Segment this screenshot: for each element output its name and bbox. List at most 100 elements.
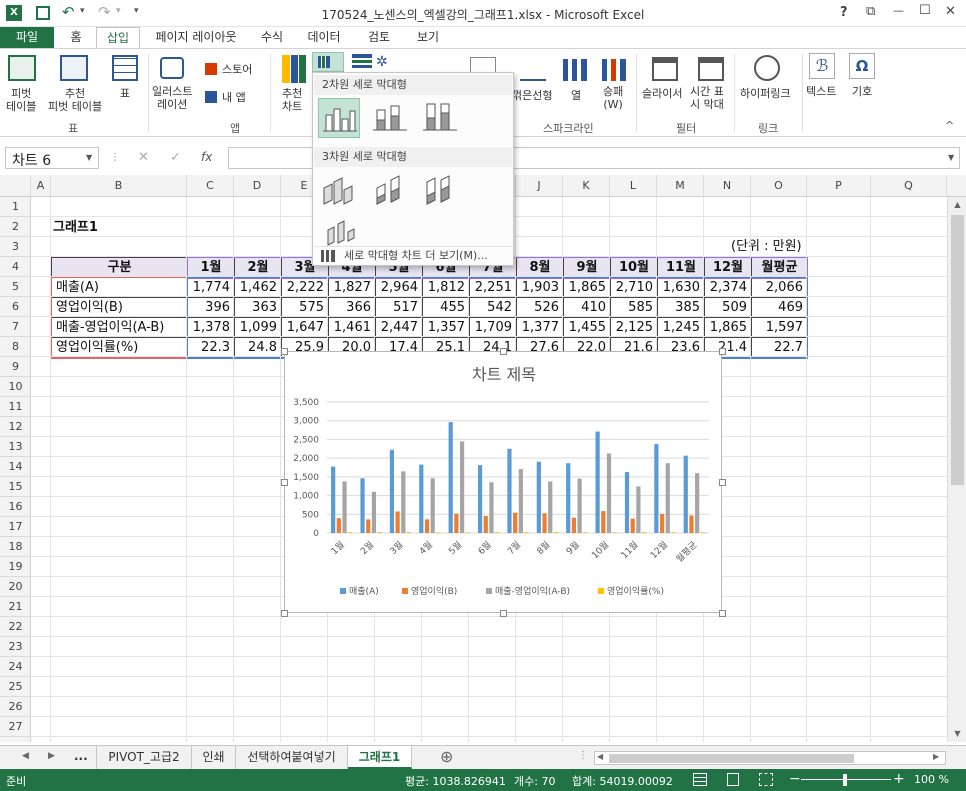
3d-column-option[interactable] bbox=[318, 217, 360, 247]
column-header[interactable]: N bbox=[704, 175, 751, 197]
illustration-icon[interactable] bbox=[160, 57, 184, 79]
scroll-down-icon[interactable]: ▼ bbox=[949, 726, 966, 742]
chart-resize-handle[interactable] bbox=[281, 610, 288, 617]
insert-function-icon[interactable]: fx bbox=[201, 150, 212, 164]
column-header[interactable]: O bbox=[751, 175, 807, 197]
chart-resize-handle[interactable] bbox=[500, 610, 507, 617]
bar-chart-icon[interactable] bbox=[352, 54, 372, 68]
timeline-icon[interactable] bbox=[698, 57, 724, 81]
row-header[interactable]: 2 bbox=[0, 217, 31, 237]
more-column-charts-link[interactable]: 세로 막대형 차트 더 보기(M)... bbox=[314, 246, 512, 265]
sheet-tab-graph1[interactable]: 그래프1 bbox=[348, 746, 412, 769]
chart-resize-handle[interactable] bbox=[500, 348, 507, 355]
table-button[interactable]: 표 bbox=[120, 87, 130, 100]
timeline-button[interactable]: 시간 표 시 막대 bbox=[690, 85, 724, 111]
scroll-up-icon[interactable]: ▲ bbox=[949, 197, 966, 213]
row-header[interactable]: 20 bbox=[0, 577, 31, 597]
combo-chart-icon[interactable]: ✲ bbox=[376, 54, 388, 70]
stacked-100-column-option[interactable] bbox=[419, 98, 461, 138]
column-header[interactable]: C bbox=[187, 175, 234, 197]
chart-resize-handle[interactable] bbox=[281, 348, 288, 355]
row-header[interactable]: 7 bbox=[0, 317, 31, 337]
more-sheets-button[interactable]: ... bbox=[74, 749, 88, 763]
chart-resize-handle[interactable] bbox=[281, 479, 288, 486]
row-header[interactable]: 13 bbox=[0, 437, 31, 457]
column-header[interactable]: K bbox=[563, 175, 610, 197]
collapse-ribbon-icon[interactable]: ^ bbox=[945, 119, 954, 132]
pivot-table-button[interactable]: 피벗 테이블 bbox=[6, 87, 36, 113]
recommended-pivot-icon[interactable] bbox=[60, 55, 88, 81]
tab-review[interactable]: 검토 bbox=[356, 27, 402, 49]
my-apps-button[interactable]: 내 앱 bbox=[222, 91, 246, 104]
tab-data[interactable]: 데이터 bbox=[298, 27, 350, 49]
row-header[interactable]: 21 bbox=[0, 597, 31, 617]
symbol-icon[interactable]: Ω bbox=[849, 53, 875, 79]
name-box-dropdown-icon[interactable]: ▼ bbox=[86, 153, 92, 162]
sparkline-line-icon[interactable] bbox=[520, 59, 546, 81]
tab-page-layout[interactable]: 페이지 레이아웃 bbox=[146, 27, 246, 49]
text-button[interactable]: 텍스트 bbox=[806, 85, 836, 98]
recommended-chart-button[interactable]: 추천 차트 bbox=[282, 87, 302, 113]
zoom-out-button[interactable]: − bbox=[789, 771, 801, 787]
row-header[interactable]: 3 bbox=[0, 237, 31, 257]
column-header[interactable]: J bbox=[516, 175, 563, 197]
row-header[interactable]: 14 bbox=[0, 457, 31, 477]
hyperlink-icon[interactable] bbox=[754, 55, 780, 81]
row-header[interactable]: 9 bbox=[0, 357, 31, 377]
row-header[interactable]: 15 bbox=[0, 477, 31, 497]
hyperlink-button[interactable]: 하이퍼링크 bbox=[740, 87, 791, 100]
sparkline-winloss-button[interactable]: 승패 (W) bbox=[603, 85, 623, 111]
sparkline-column-icon[interactable] bbox=[563, 59, 587, 81]
help-icon[interactable]: ? bbox=[840, 5, 848, 20]
row-header[interactable]: 18 bbox=[0, 537, 31, 557]
tab-insert[interactable]: 삽입 bbox=[96, 27, 140, 49]
column-header[interactable]: D bbox=[234, 175, 281, 197]
row-header[interactable]: 22 bbox=[0, 617, 31, 637]
row-header[interactable]: 26 bbox=[0, 697, 31, 717]
ribbon-display-icon[interactable]: ⧉ bbox=[866, 4, 875, 19]
row-header[interactable]: 17 bbox=[0, 517, 31, 537]
tab-file[interactable]: 파일 bbox=[0, 27, 54, 49]
horizontal-scrollbar[interactable]: ◀ ▶ bbox=[594, 751, 946, 765]
tab-formulas[interactable]: 수식 bbox=[252, 27, 292, 49]
recommended-pivot-button[interactable]: 추천 피벗 테이블 bbox=[48, 87, 102, 113]
slicer-button[interactable]: 슬라이서 bbox=[642, 87, 682, 100]
text-box-icon[interactable]: ℬ bbox=[809, 53, 835, 79]
zoom-in-button[interactable]: + bbox=[893, 771, 905, 787]
zoom-level[interactable]: 100 % bbox=[914, 773, 949, 786]
pivot-table-icon[interactable] bbox=[8, 55, 36, 81]
zoom-slider-thumb[interactable] bbox=[843, 774, 847, 786]
row-header[interactable]: 4 bbox=[0, 257, 31, 277]
tab-home[interactable]: 홈 bbox=[60, 27, 92, 49]
sheet-tab-pivot-advanced2[interactable]: PIVOT_고급2 bbox=[96, 746, 192, 769]
column-header[interactable]: M bbox=[657, 175, 704, 197]
cancel-entry-icon[interactable]: ✕ bbox=[138, 150, 149, 165]
row-header[interactable]: 10 bbox=[0, 377, 31, 397]
sheet-tab-print[interactable]: 인쇄 bbox=[192, 746, 236, 769]
row-header[interactable]: 1 bbox=[0, 197, 31, 217]
table-header-category[interactable]: 구분 bbox=[51, 257, 188, 278]
scroll-left-icon[interactable]: ◀ bbox=[597, 752, 603, 761]
next-sheet-icon[interactable]: ▶ bbox=[48, 751, 55, 761]
select-all-corner[interactable] bbox=[0, 175, 31, 197]
normal-view-icon[interactable] bbox=[693, 773, 707, 786]
column-header[interactable]: Q bbox=[871, 175, 947, 197]
prev-sheet-icon[interactable]: ◀ bbox=[22, 751, 29, 761]
3d-stacked-column-option[interactable] bbox=[369, 170, 411, 210]
row-header[interactable]: 8 bbox=[0, 337, 31, 357]
close-icon[interactable]: ✕ bbox=[945, 4, 956, 19]
page-layout-view-icon[interactable] bbox=[727, 773, 739, 786]
table-icon[interactable] bbox=[112, 55, 138, 81]
column-header[interactable]: P bbox=[807, 175, 871, 197]
clustered-column-option[interactable] bbox=[318, 98, 360, 138]
row-header[interactable]: 11 bbox=[0, 397, 31, 417]
tab-view[interactable]: 보기 bbox=[408, 27, 448, 49]
row-header[interactable]: 25 bbox=[0, 677, 31, 697]
store-button[interactable]: 스토어 bbox=[222, 63, 252, 76]
chart-resize-handle[interactable] bbox=[719, 348, 726, 355]
stacked-column-option[interactable] bbox=[369, 98, 411, 138]
row-header[interactable]: 24 bbox=[0, 657, 31, 677]
slicer-icon[interactable] bbox=[652, 57, 678, 81]
illustration-button[interactable]: 일러스트 레이션 bbox=[152, 85, 192, 111]
sheet-tab-paste-special[interactable]: 선택하여붙여넣기 bbox=[236, 746, 348, 769]
